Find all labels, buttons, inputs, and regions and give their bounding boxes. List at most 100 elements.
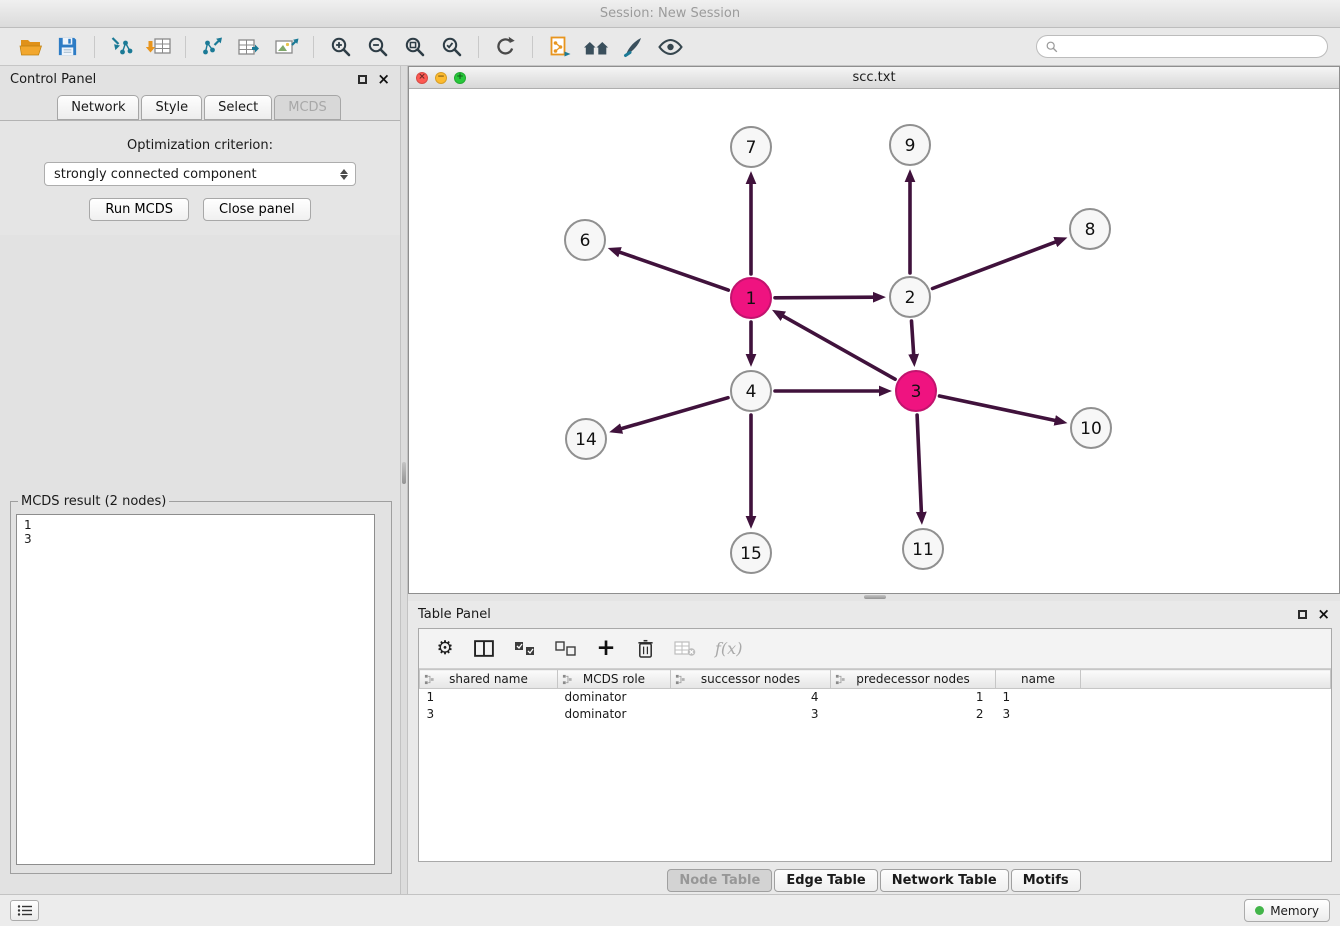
window-zoom-icon[interactable]: + [454,72,466,84]
status-bar: Memory [0,894,1340,926]
mcds-result-list[interactable]: 1 3 [16,514,375,865]
memory-status-icon [1255,906,1264,915]
graph-edge-1-2[interactable] [775,297,874,298]
graph-node-1[interactable]: 1 [731,278,771,318]
graph-node-2[interactable]: 2 [890,277,930,317]
zoom-out-button[interactable] [359,32,396,62]
graph-edge-3-1[interactable] [782,316,895,380]
show-columns-button[interactable] [474,636,495,662]
select-all-button[interactable] [514,636,536,662]
horizontal-splitter[interactable] [408,594,1340,601]
mcds-result-box: MCDS result (2 nodes) 1 3 [10,494,392,874]
tab-node-table[interactable]: Node Table [667,869,772,892]
table-row[interactable]: 3 dominator 3 2 3 [420,706,1331,723]
open-session-button[interactable] [12,32,49,62]
graph-edge-3-10[interactable] [940,396,1056,421]
vertical-splitter[interactable] [400,66,408,894]
close-panel-icon[interactable]: × [1317,607,1330,622]
delete-row-button[interactable] [635,636,655,662]
column-header-shared-name[interactable]: shared name [420,670,558,689]
close-panel-button[interactable]: Close panel [203,198,311,221]
graph-node-9[interactable]: 9 [890,125,930,165]
home-icon [583,35,610,59]
task-history-button[interactable] [10,900,39,921]
graph-edge-2-3[interactable] [912,321,914,355]
window-minimize-icon[interactable]: − [435,72,447,84]
graph-node-6[interactable]: 6 [565,220,605,260]
style-brush-icon [621,35,646,59]
tab-edge-table[interactable]: Edge Table [774,869,877,892]
window-titlebar: Session: New Session [0,0,1340,28]
zoom-fit-button[interactable] [396,32,433,62]
svg-text:4: 4 [746,382,757,402]
column-header-filler [1081,670,1331,689]
window-close-icon[interactable]: × [416,72,428,84]
deselect-all-button[interactable] [555,636,577,662]
graph-node-11[interactable]: 11 [903,529,943,569]
column-header-mcds-role[interactable]: MCDS role [558,670,671,689]
graph-node-3[interactable]: 3 [896,371,936,411]
splitter-grip[interactable] [402,462,406,484]
column-header-predecessor-nodes[interactable]: predecessor nodes [831,670,996,689]
column-header-name[interactable]: name [996,670,1081,689]
window-title: Session: New Session [600,6,740,21]
search-box[interactable] [1036,35,1328,58]
svg-text:2: 2 [905,288,916,308]
control-panel-header: Control Panel × [0,66,400,92]
tab-motifs[interactable]: Motifs [1011,869,1081,892]
float-panel-icon[interactable] [1298,610,1307,619]
zoom-in-button[interactable] [322,32,359,62]
import-network-button[interactable] [103,32,140,62]
run-mcds-button[interactable]: Run MCDS [89,198,189,221]
tab-mcds[interactable]: MCDS [274,95,341,120]
right-column: × − + scc.txt 7968124314101511 Table Pan… [408,66,1340,894]
graph-edge-1-6[interactable] [619,252,728,290]
criterion-dropdown-value: strongly connected component [54,167,257,182]
search-input[interactable] [1064,40,1319,54]
graph-node-8[interactable]: 8 [1070,209,1110,249]
graph-edge-2-8[interactable] [933,242,1057,289]
float-panel-icon[interactable] [358,75,367,84]
graph-node-14[interactable]: 14 [566,419,606,459]
tab-style[interactable]: Style [141,95,202,120]
network-graph[interactable]: 7 9 6 8 1 2 4 3 14 10 15 11 [409,89,1339,593]
toolbar-separator [478,36,479,58]
apply-layout-button[interactable] [541,32,578,62]
graph-node-10[interactable]: 10 [1071,408,1111,448]
table-settings-button[interactable]: ⚙ [435,636,455,662]
style-brush-button[interactable] [615,32,652,62]
tab-select[interactable]: Select [204,95,272,120]
graph-node-15[interactable]: 15 [731,533,771,573]
export-network-button[interactable] [194,32,231,62]
criterion-dropdown[interactable]: strongly connected component [44,162,356,186]
svg-text:6: 6 [580,231,591,251]
save-session-button[interactable] [49,32,86,62]
splitter-grip[interactable] [864,595,886,599]
close-panel-icon[interactable]: × [377,72,390,87]
add-row-button[interactable]: + [596,636,616,662]
node-table: shared name MCDS role successor nodes pr… [419,669,1331,723]
tab-network-table[interactable]: Network Table [880,869,1009,892]
table-row[interactable]: 1 dominator 4 1 1 [420,689,1331,706]
columns-icon [474,639,495,658]
tab-network[interactable]: Network [57,95,139,120]
home-button[interactable] [578,32,615,62]
export-image-button[interactable] [268,32,305,62]
graph-edge-3-11[interactable] [917,415,921,513]
memory-button[interactable]: Memory [1244,899,1330,922]
refresh-button[interactable] [487,32,524,62]
table-region: ⚙ + [418,628,1332,862]
zoom-selected-button[interactable] [433,32,470,62]
function-builder-button-disabled: f(x) [715,636,742,662]
main-area: Control Panel × Network Style Select MCD… [0,66,1340,894]
export-table-button[interactable] [231,32,268,62]
graph-edge-4-14[interactable] [621,398,728,429]
fx-icon: f(x) [715,639,742,658]
graph-node-4[interactable]: 4 [731,371,771,411]
import-table-button[interactable] [140,32,177,62]
show-hide-button[interactable] [652,32,689,62]
network-canvas[interactable]: 7 9 6 8 1 2 4 3 14 10 15 11 [409,89,1339,593]
svg-text:7: 7 [746,138,757,158]
column-header-successor-nodes[interactable]: successor nodes [671,670,831,689]
graph-node-7[interactable]: 7 [731,127,771,167]
